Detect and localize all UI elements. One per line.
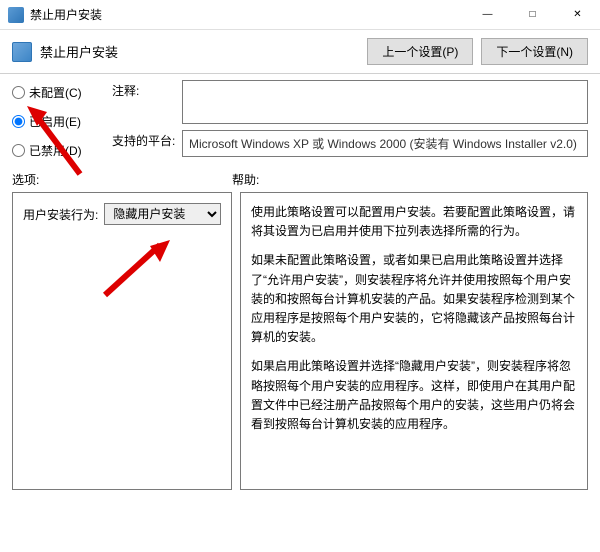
divider bbox=[0, 73, 600, 74]
radio-not-configured-input[interactable] bbox=[12, 86, 25, 99]
config-area: 未配置(C) 已启用(E) 已禁用(D) 注释: 支持的平台: Microsof… bbox=[0, 80, 600, 159]
radio-enabled-input[interactable] bbox=[12, 115, 25, 128]
radio-disabled-input[interactable] bbox=[12, 144, 25, 157]
comment-label: 注释: bbox=[112, 80, 176, 124]
lower-labels: 选项: 帮助: bbox=[0, 159, 600, 192]
comment-field[interactable] bbox=[182, 80, 588, 124]
help-panel: 使用此策略设置可以配置用户安装。若要配置此策略设置，请将其设置为已启用并使用下拉… bbox=[240, 192, 588, 490]
window-controls: — □ ✕ bbox=[465, 0, 600, 30]
minimize-button[interactable]: — bbox=[465, 0, 510, 30]
header-row: 禁止用户安装 上一个设置(P) 下一个设置(N) bbox=[0, 30, 600, 71]
help-paragraph-2: 如果未配置此策略设置，或者如果已启用此策略设置并选择了“允许用户安装”，则安装程… bbox=[251, 251, 577, 347]
platform-row: 支持的平台: Microsoft Windows XP 或 Windows 20… bbox=[112, 130, 588, 157]
radio-not-configured[interactable]: 未配置(C) bbox=[12, 84, 104, 101]
bottom-area: 用户安装行为: 隐藏用户安装 使用此策略设置可以配置用户安装。若要配置此策略设置… bbox=[0, 192, 600, 502]
help-paragraph-3: 如果启用此策略设置并选择“隐藏用户安装”，则安装程序将忽略按照每个用户安装的应用… bbox=[251, 357, 577, 434]
close-button[interactable]: ✕ bbox=[555, 0, 600, 30]
platform-label: 支持的平台: bbox=[112, 130, 176, 157]
radio-disabled[interactable]: 已禁用(D) bbox=[12, 142, 104, 159]
platform-field: Microsoft Windows XP 或 Windows 2000 (安装有… bbox=[182, 130, 588, 157]
radio-not-configured-label: 未配置(C) bbox=[29, 84, 82, 101]
page-title: 禁止用户安装 bbox=[40, 42, 359, 61]
options-label: 选项: bbox=[12, 171, 232, 188]
radio-group: 未配置(C) 已启用(E) 已禁用(D) bbox=[12, 80, 104, 159]
titlebar: 禁止用户安装 — □ ✕ bbox=[0, 0, 600, 30]
prev-setting-button[interactable]: 上一个设置(P) bbox=[367, 38, 473, 65]
help-paragraph-1: 使用此策略设置可以配置用户安装。若要配置此策略设置，请将其设置为已启用并使用下拉… bbox=[251, 203, 577, 241]
next-setting-button[interactable]: 下一个设置(N) bbox=[481, 38, 588, 65]
radio-enabled[interactable]: 已启用(E) bbox=[12, 113, 104, 130]
window-title: 禁止用户安装 bbox=[30, 6, 465, 23]
help-label: 帮助: bbox=[232, 171, 259, 188]
radio-disabled-label: 已禁用(D) bbox=[29, 142, 82, 159]
behavior-label: 用户安装行为: bbox=[23, 206, 98, 223]
fields-column: 注释: 支持的平台: Microsoft Windows XP 或 Window… bbox=[112, 80, 588, 159]
policy-icon bbox=[12, 42, 32, 62]
options-panel: 用户安装行为: 隐藏用户安装 bbox=[12, 192, 232, 490]
app-icon bbox=[8, 7, 24, 23]
maximize-button[interactable]: □ bbox=[510, 0, 555, 30]
behavior-row: 用户安装行为: 隐藏用户安装 bbox=[23, 203, 221, 225]
radio-enabled-label: 已启用(E) bbox=[29, 113, 81, 130]
comment-row: 注释: bbox=[112, 80, 588, 124]
behavior-select[interactable]: 隐藏用户安装 bbox=[104, 203, 221, 225]
